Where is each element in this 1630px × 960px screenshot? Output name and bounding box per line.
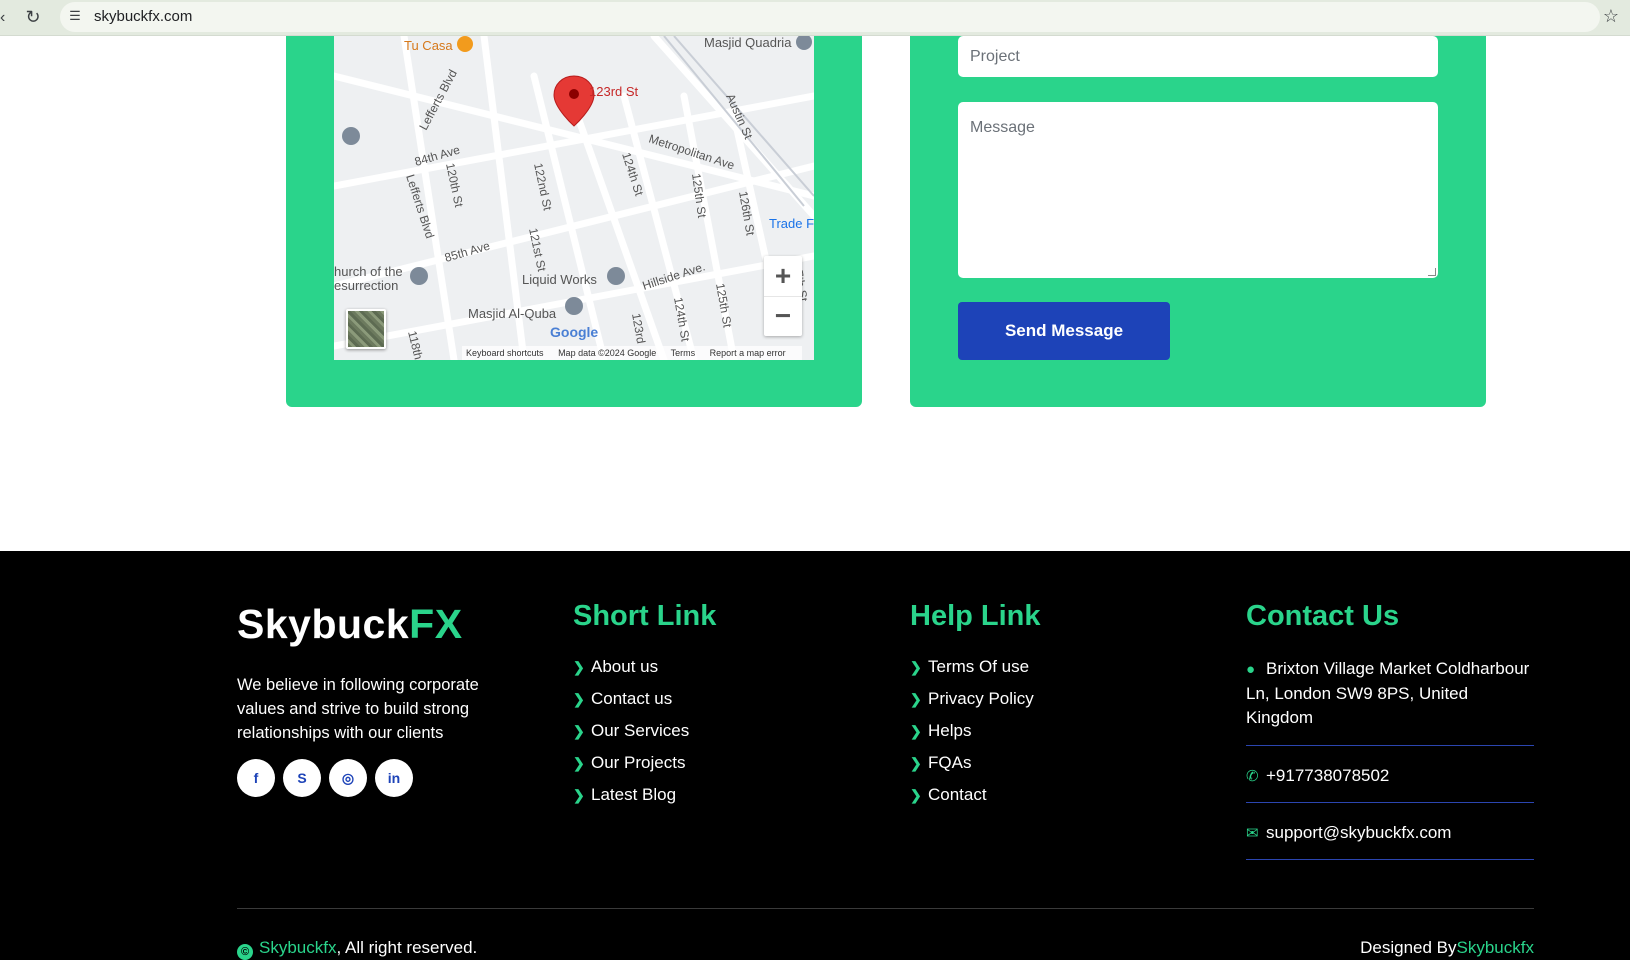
email-text: support@skybuckfx.com bbox=[1266, 823, 1452, 842]
address-text: Brixton Village Market Coldharbour Ln, L… bbox=[1246, 659, 1530, 727]
footer-link-projects[interactable]: ❯ Our Projects bbox=[573, 753, 689, 785]
link-label: Helps bbox=[928, 721, 972, 740]
contact-divider bbox=[1246, 859, 1534, 860]
map-attribution: Keyboard shortcuts Map data ©2024 Google… bbox=[462, 346, 802, 360]
site-settings-icon[interactable]: ☰ bbox=[66, 7, 84, 25]
footer-link-contact[interactable]: ❯ Contact us bbox=[573, 689, 689, 721]
map-label-liquid-works: Liquid Works bbox=[522, 272, 597, 287]
social-links: f S ◎ in bbox=[237, 759, 421, 797]
envelope-icon: ✉ bbox=[1246, 825, 1259, 842]
contact-divider bbox=[1246, 802, 1534, 803]
phone-text: +917738078502 bbox=[1266, 766, 1390, 785]
chevron-right-icon: ❯ bbox=[573, 723, 585, 739]
resize-handle-icon[interactable] bbox=[1428, 268, 1436, 276]
copyright-brand-link[interactable]: Skybuckfx bbox=[259, 938, 336, 957]
skype-icon[interactable]: S bbox=[283, 759, 321, 797]
site-footer: SkybuckFX We believe in following corpor… bbox=[0, 551, 1630, 960]
zoom-out-button[interactable]: − bbox=[764, 296, 802, 336]
url-text[interactable]: skybuckfx.com bbox=[94, 6, 192, 28]
map-label-tu-casa: Tu Casa bbox=[404, 38, 453, 53]
map-data-text: Map data ©2024 Google bbox=[558, 348, 657, 358]
map-label-trade: Trade F bbox=[769, 216, 814, 231]
map-label-masjid-quadria: Masjid Quadria bbox=[704, 36, 792, 50]
chevron-right-icon: ❯ bbox=[910, 723, 922, 739]
link-label: Our Services bbox=[591, 721, 690, 740]
keyboard-shortcuts-link[interactable]: Keyboard shortcuts bbox=[466, 348, 544, 358]
help-link-title: Help Link bbox=[910, 600, 1041, 632]
footer-link-helps[interactable]: ❯ Helps bbox=[910, 721, 1034, 753]
chevron-right-icon: ❯ bbox=[573, 755, 585, 771]
map-label-pin: 123rd St bbox=[589, 84, 639, 99]
map-canvas: Tu Casa Masjid Quadria 123rd St Lefferts… bbox=[334, 36, 814, 360]
report-error-link[interactable]: Report a map error bbox=[710, 348, 786, 358]
link-label: Contact bbox=[928, 785, 987, 804]
footer-link-blog[interactable]: ❯ Latest Blog bbox=[573, 785, 689, 817]
google-map[interactable]: Tu Casa Masjid Quadria 123rd St Lefferts… bbox=[334, 36, 814, 360]
short-link-list: ❯ About us ❯ Contact us ❯ Our Services ❯ Our… bbox=[573, 657, 689, 817]
google-logo: Google bbox=[550, 324, 599, 340]
copyright-icon: © bbox=[237, 944, 253, 960]
map-marker-icon: ● bbox=[1246, 661, 1256, 678]
facebook-icon[interactable]: f bbox=[237, 759, 275, 797]
designed-by-label: Designed By bbox=[1360, 938, 1457, 957]
reload-icon[interactable]: ↻ bbox=[22, 6, 44, 28]
message-textarea[interactable]: Message bbox=[958, 102, 1438, 278]
designed-by-text: Designed BySkybuckfx bbox=[1360, 936, 1534, 960]
link-label: About us bbox=[591, 657, 659, 676]
logo-text-part1: Skybuck bbox=[237, 601, 410, 647]
link-label: Privacy Policy bbox=[928, 689, 1034, 708]
map-label-church: hurch of the bbox=[334, 264, 403, 279]
footer-link-contact-help[interactable]: ❯ Contact bbox=[910, 785, 1034, 817]
link-label: FQAs bbox=[928, 753, 972, 772]
phone-icon: ✆ bbox=[1246, 768, 1259, 785]
map-label-resurrection: esurrection bbox=[334, 278, 398, 293]
map-label-masjid-alquba: Masjid Al-Quba bbox=[468, 306, 557, 321]
chevron-right-icon: ❯ bbox=[910, 755, 922, 771]
short-link-title: Short Link bbox=[573, 600, 717, 632]
footer-link-services[interactable]: ❯ Our Services bbox=[573, 721, 689, 753]
chevron-right-icon: ❯ bbox=[910, 787, 922, 803]
instagram-icon[interactable]: ◎ bbox=[329, 759, 367, 797]
chevron-right-icon: ❯ bbox=[910, 691, 922, 707]
link-label: Our Projects bbox=[591, 753, 686, 772]
contact-email[interactable]: ✉ support@skybuckfx.com bbox=[1246, 821, 1534, 846]
chevron-right-icon: ❯ bbox=[573, 691, 585, 707]
terms-link[interactable]: Terms bbox=[671, 348, 696, 358]
copyright-text: © Skybuckfx, All right reserved. bbox=[237, 936, 477, 960]
footer-link-privacy[interactable]: ❯ Privacy Policy bbox=[910, 689, 1034, 721]
chevron-right-icon: ❯ bbox=[573, 787, 585, 803]
footer-about-text: We believe in following corporate values… bbox=[237, 676, 479, 742]
logo-text-part2: FX bbox=[409, 601, 463, 647]
chevron-right-icon: ❯ bbox=[910, 659, 922, 675]
footer-divider bbox=[237, 908, 1534, 909]
designer-link[interactable]: Skybuckfx bbox=[1457, 938, 1534, 957]
footer-logo[interactable]: SkybuckFX bbox=[237, 599, 463, 649]
contact-us-title: Contact Us bbox=[1246, 600, 1400, 632]
send-message-button[interactable]: Send Message bbox=[958, 302, 1170, 360]
contact-address: ● Brixton Village Market Coldharbour Ln, … bbox=[1246, 657, 1534, 730]
linkedin-icon[interactable]: in bbox=[375, 759, 413, 797]
address-bar[interactable] bbox=[60, 2, 1600, 32]
back-arrow-icon[interactable]: ‹ bbox=[0, 8, 10, 28]
contact-divider bbox=[1246, 745, 1534, 746]
bookmark-star-icon[interactable]: ☆ bbox=[1600, 5, 1622, 27]
contact-phone[interactable]: ✆ +917738078502 bbox=[1246, 764, 1534, 789]
message-placeholder: Message bbox=[970, 119, 1035, 136]
help-link-list: ❯ Terms Of use ❯ Privacy Policy ❯ Helps ❯ FQ… bbox=[910, 657, 1034, 817]
project-placeholder: Project bbox=[970, 48, 1020, 65]
zoom-control: + − bbox=[764, 256, 802, 336]
link-label: Latest Blog bbox=[591, 785, 677, 804]
footer-link-about[interactable]: ❯ About us bbox=[573, 657, 689, 689]
link-label: Terms Of use bbox=[928, 657, 1030, 676]
footer-link-terms[interactable]: ❯ Terms Of use bbox=[910, 657, 1034, 689]
link-label: Contact us bbox=[591, 689, 673, 708]
chevron-right-icon: ❯ bbox=[573, 659, 585, 675]
zoom-in-button[interactable]: + bbox=[764, 256, 802, 296]
project-input[interactable]: Project bbox=[958, 36, 1438, 77]
browser-toolbar: ‹ ↻ ☰ skybuckfx.com ☆ bbox=[0, 0, 1630, 36]
copyright-rest: , All right reserved. bbox=[336, 938, 478, 957]
satellite-layer-toggle[interactable] bbox=[346, 309, 386, 349]
footer-link-faqs[interactable]: ❯ FQAs bbox=[910, 753, 1034, 785]
